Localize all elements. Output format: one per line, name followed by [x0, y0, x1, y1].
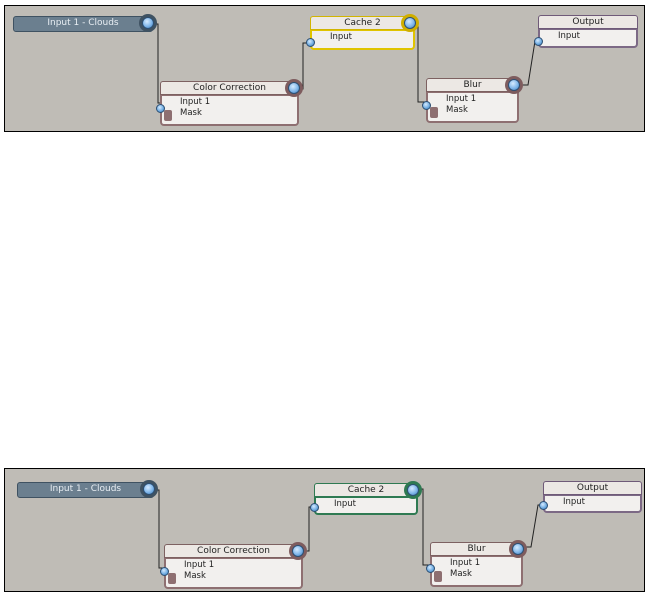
port-label: Input: [558, 31, 581, 41]
node-body: Input: [543, 495, 642, 513]
output-port-icon[interactable]: [285, 79, 303, 97]
node-body: Input 1 Mask: [160, 95, 299, 126]
output-port-icon[interactable]: [401, 14, 419, 32]
node-title: Input 1 - Clouds: [17, 482, 154, 498]
port-label: Mask: [446, 105, 468, 115]
node-input-clouds[interactable]: Input 1 - Clouds: [17, 480, 158, 500]
port-label: Input 1: [184, 560, 215, 570]
node-body: Input: [314, 497, 418, 515]
node-title: Cache 2: [314, 483, 418, 497]
input-port-icon[interactable]: [534, 37, 543, 46]
node-title: Color Correction: [164, 544, 303, 558]
node-title: Cache 2: [310, 16, 415, 30]
port-label: Input: [330, 32, 353, 42]
input-gutter: [168, 573, 176, 584]
input-port-icon[interactable]: [539, 501, 548, 510]
input-gutter: [164, 110, 172, 121]
output-port-icon[interactable]: [505, 76, 523, 94]
port-label: Input 1: [180, 97, 211, 107]
node-cache[interactable]: Cache 2 Input: [310, 481, 422, 515]
output-port-icon[interactable]: [404, 481, 422, 499]
node-color-correction[interactable]: Color Correction Input 1 Mask: [156, 79, 303, 126]
output-port-icon[interactable]: [139, 14, 157, 32]
node-title: Output: [538, 15, 638, 29]
node-output[interactable]: Output Input: [539, 481, 642, 513]
port-label: Input 1: [446, 94, 477, 104]
node-blur[interactable]: Blur Input 1 Mask: [426, 540, 527, 587]
port-label: Input: [334, 499, 357, 509]
node-title: Color Correction: [160, 81, 299, 95]
node-body: Input: [310, 30, 415, 50]
input-port-icon[interactable]: [156, 104, 165, 113]
node-body: Input: [538, 29, 638, 48]
node-blur[interactable]: Blur Input 1 Mask: [422, 76, 523, 123]
output-port-icon[interactable]: [140, 480, 158, 498]
node-graph-top[interactable]: Input 1 - Clouds Color Correction Input …: [4, 5, 645, 132]
node-color-correction[interactable]: Color Correction Input 1 Mask: [160, 542, 307, 589]
node-cache[interactable]: Cache 2 Input: [306, 14, 419, 50]
port-label: Input: [563, 497, 586, 507]
port-label: Mask: [450, 569, 472, 579]
port-label: Mask: [184, 571, 206, 581]
node-body: Input 1 Mask: [164, 558, 303, 589]
input-port-icon[interactable]: [160, 567, 169, 576]
node-graph-bottom[interactable]: Input 1 - Clouds Color Correction Input …: [4, 468, 645, 592]
node-input-clouds[interactable]: Input 1 - Clouds: [13, 14, 157, 34]
input-port-icon[interactable]: [306, 38, 315, 47]
input-port-icon[interactable]: [426, 564, 435, 573]
input-gutter: [434, 571, 442, 582]
port-label: Mask: [180, 108, 202, 118]
node-body: Input 1 Mask: [430, 556, 523, 587]
node-title: Output: [543, 481, 642, 495]
output-port-icon[interactable]: [289, 542, 307, 560]
port-label: Input 1: [450, 558, 481, 568]
input-port-icon[interactable]: [310, 503, 319, 512]
output-port-icon[interactable]: [509, 540, 527, 558]
node-body: Input 1 Mask: [426, 92, 519, 123]
node-title: Input 1 - Clouds: [13, 16, 153, 32]
node-output[interactable]: Output Input: [534, 15, 638, 48]
input-port-icon[interactable]: [422, 101, 431, 110]
input-gutter: [430, 107, 438, 118]
